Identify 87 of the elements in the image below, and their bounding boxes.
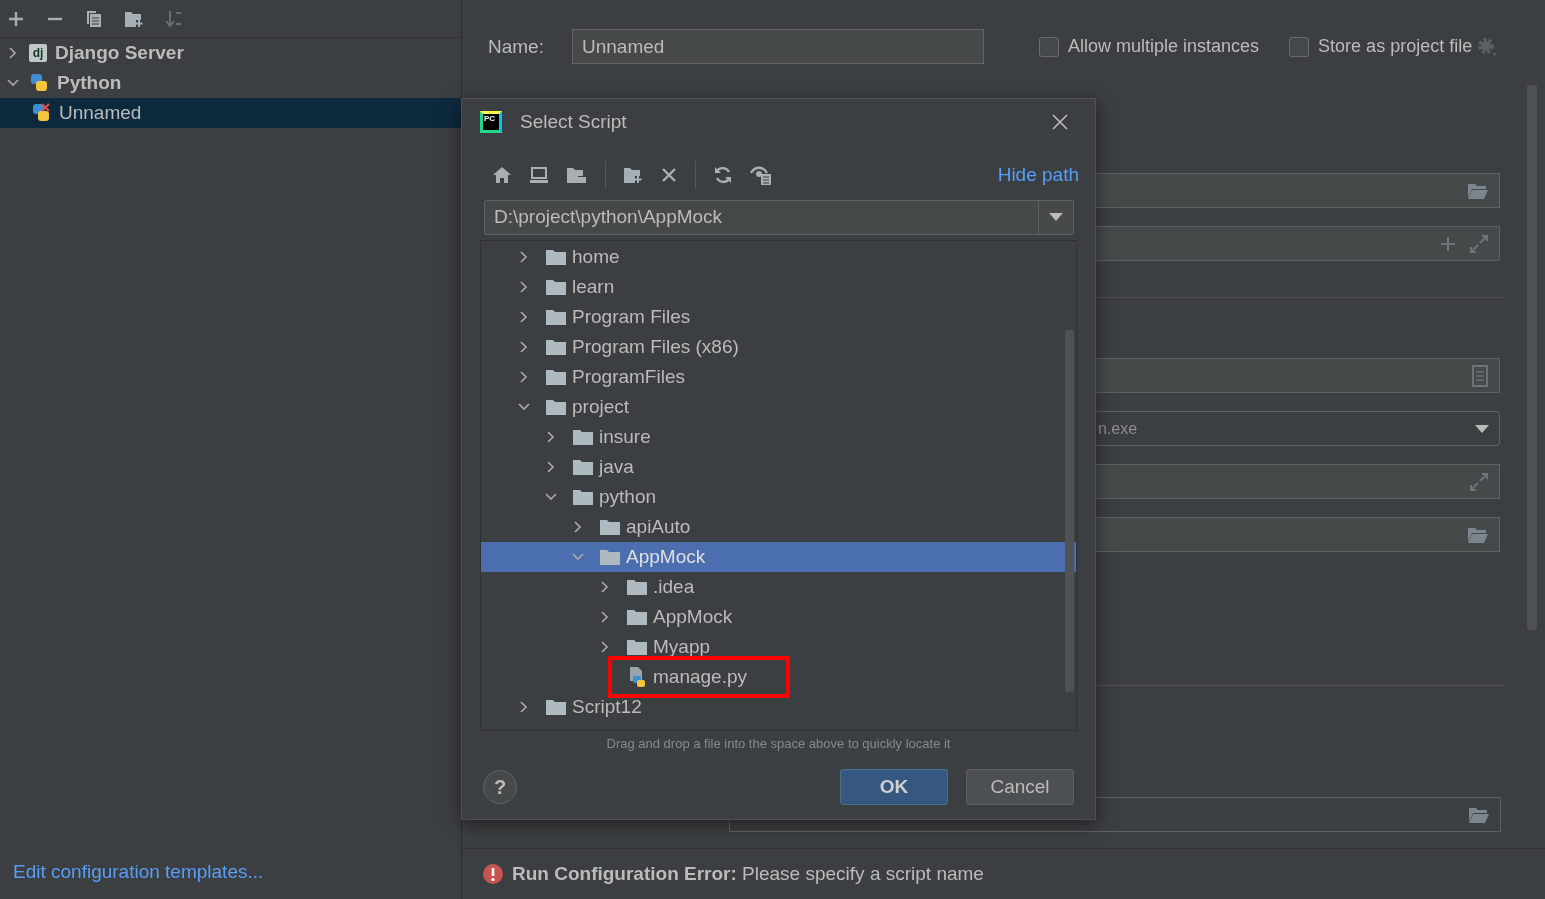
file-name: .idea [653,575,695,598]
folder-icon [545,307,567,326]
folder-icon [626,637,648,656]
folder-icon [572,487,594,506]
file-tree-row[interactable]: home [481,241,1076,272]
refresh-icon[interactable] [713,164,733,185]
error-icon [482,863,504,885]
file-name: Program Files (x86) [572,335,739,358]
error-message: Run Configuration Error: Please specify a script name [512,863,984,885]
folder-icon [545,247,567,266]
python-icon [29,73,49,93]
home-icon[interactable] [492,165,512,184]
file-name: project [572,395,630,418]
name-label: Name: [488,35,545,58]
checkbox[interactable] [1289,36,1310,57]
eye-document-icon[interactable] [750,164,772,185]
browse-folder-icon[interactable] [1467,525,1489,544]
file-name: home [572,245,620,268]
templates-link[interactable]: Edit configuration templates... [0,861,461,899]
ok-button[interactable]: OK [840,769,948,805]
file-tree-row[interactable]: Myapp [481,631,1076,662]
cancel-button[interactable]: Cancel [966,769,1074,805]
folder-icon [626,577,648,596]
checkbox-label: Store as project file [1318,36,1473,57]
folder-icon [545,367,567,386]
file-name: Program Files [572,305,691,328]
file-name: Script12 [572,695,642,718]
tree-row[interactable]: dj Django Server [0,38,461,68]
python-error-icon [31,103,51,123]
tree-label: Django Server [55,42,184,64]
file-name: python [599,485,657,508]
file-tree-row[interactable]: Script12 [481,691,1076,722]
scrollbar[interactable] [1065,329,1074,692]
help-button[interactable]: ? [483,770,517,804]
delete-icon[interactable] [660,165,678,184]
dropdown-arrow-icon [1049,212,1063,223]
file-tree-row[interactable]: .idea [481,571,1076,602]
folder-icon [599,547,621,566]
file-tree-row[interactable]: java [481,451,1076,482]
file-tree-row[interactable]: ProgramFiles [481,361,1076,392]
folder-icon [572,457,594,476]
folder-icon [572,427,594,446]
folder-icon [545,337,567,356]
file-tree-row[interactable]: manage.py [481,661,1076,692]
browse-folder-icon[interactable] [1468,805,1490,824]
app-logo: PC [480,110,502,133]
tree-row[interactable]: Unnamed [0,98,461,128]
new-folder-icon[interactable] [124,9,144,28]
new-folder-icon[interactable] [623,165,643,184]
file-name: Myapp [653,635,711,658]
desktop-icon[interactable] [529,165,549,184]
project-folder-icon[interactable] [566,165,588,184]
tree-label: Python [57,72,122,94]
path-combobox[interactable]: D:\project\python\AppMock [484,199,1074,235]
file-tree-row[interactable]: AppMock [481,541,1076,572]
folder-icon [599,517,621,536]
file-name: learn [572,275,615,298]
folder-icon [545,397,567,416]
file-name: manage.py [653,665,747,688]
file-name: AppMock [653,605,733,628]
name-field[interactable]: Unnamed [572,29,984,64]
dropdown-arrow-icon [1475,423,1489,434]
file-name: apiAuto [626,515,691,538]
file-tree-row[interactable]: Program Files (x86) [481,331,1076,362]
folder-icon [626,607,648,626]
file-name: java [599,455,634,478]
file-tree-row[interactable]: learn [481,271,1076,302]
logo-badge: dj [29,44,47,62]
dialog-title: Select Script [520,110,627,133]
checkbox[interactable] [1039,36,1059,57]
browse-folder-icon[interactable] [1467,181,1489,200]
file-name: insure [599,425,651,448]
close-icon[interactable] [1051,112,1069,131]
file-tree-row[interactable]: python [481,481,1076,512]
hint-text: Drag and drop a file into the space above to quickly locate it [605,735,952,753]
add-icon[interactable] [7,9,25,28]
folder-icon [545,697,567,716]
tree-label: Unnamed [59,102,142,124]
checkbox-label: Allow multiple instances [1068,36,1260,57]
file-name: ProgramFiles [572,365,685,388]
file-name: AppMock [626,545,706,568]
hide-path-link[interactable]: Hide path [997,163,1079,186]
tree-row[interactable]: Python [0,68,461,98]
copy-icon[interactable] [85,9,103,28]
file-tree-row[interactable]: AppMock [481,601,1076,632]
file-tree-row[interactable]: Program Files [481,301,1076,332]
file-tree-row[interactable]: apiAuto [481,511,1076,542]
